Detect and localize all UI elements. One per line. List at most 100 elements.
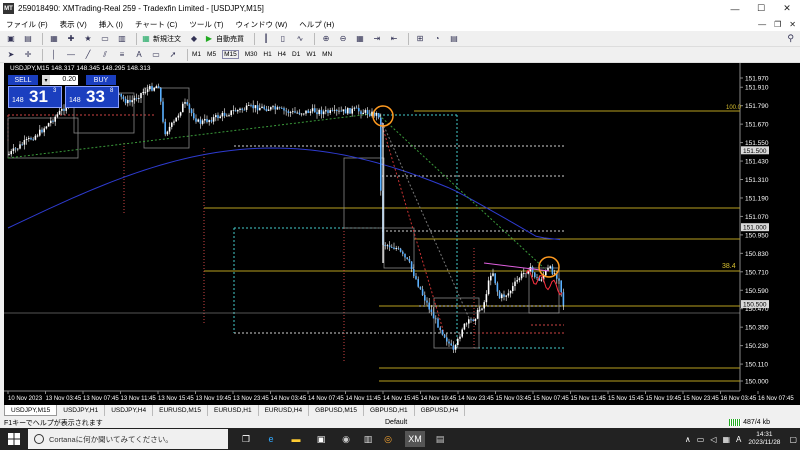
minimize-button[interactable]: —	[722, 0, 748, 17]
app-icon-misc[interactable]: ▤	[432, 431, 448, 447]
candle-body	[50, 120, 52, 124]
tab-gbpusd-m15[interactable]: GBPUSD,M15	[309, 405, 365, 416]
terminal-icon[interactable]: ▭	[98, 33, 112, 45]
crosshair-icon[interactable]: ✛	[21, 49, 35, 61]
candle-body	[351, 108, 353, 114]
timeframe-m5[interactable]: M5	[207, 51, 216, 58]
metatrader-icon[interactable]: XM	[405, 431, 425, 447]
mdi-minimize-button[interactable]: —	[758, 20, 766, 29]
menu-chart[interactable]: チャート (C)	[135, 19, 177, 30]
periods-icon[interactable]: ◔	[430, 33, 444, 45]
menu-file[interactable]: ファイル (F)	[6, 19, 48, 30]
chart-shift-icon[interactable]: ⇤	[387, 33, 401, 45]
clock[interactable]: 14:31 2023/11/28	[748, 431, 780, 447]
zoom-in-icon[interactable]: ⊕	[319, 33, 333, 45]
timeframe-m30[interactable]: M30	[245, 51, 258, 58]
keyboard-icon[interactable]: ▦	[722, 435, 730, 444]
candlestick-icon[interactable]: ▯	[276, 33, 290, 45]
new-order-button[interactable]: ▦ 新規注文	[141, 34, 181, 44]
fibonacci-icon[interactable]: ≡	[115, 49, 129, 61]
sell-button[interactable]: SELL	[8, 75, 38, 85]
lot-size-input[interactable]: 0.20	[50, 75, 78, 85]
buy-price-box[interactable]: 148 33 8	[65, 86, 119, 108]
timeframe-h4[interactable]: H4	[278, 51, 286, 58]
start-button[interactable]	[0, 428, 28, 450]
buy-button[interactable]: BUY	[86, 75, 116, 85]
line-chart-icon[interactable]: ∿	[293, 33, 307, 45]
data-window-icon[interactable]: ✚	[64, 33, 78, 45]
tab-gbpusd-h1[interactable]: GBPUSD,H1	[364, 405, 415, 416]
navigator-icon[interactable]: ★	[81, 33, 95, 45]
text-icon[interactable]: A	[132, 49, 146, 61]
range-box	[143, 87, 190, 149]
metaeditor-icon[interactable]: ◆	[187, 33, 201, 45]
label-icon[interactable]: ▭	[149, 49, 163, 61]
store-icon[interactable]: ▣	[313, 431, 329, 447]
strategy-tester-icon[interactable]: ▥	[115, 33, 129, 45]
tab-eurusd-h4[interactable]: EURUSD,H4	[259, 405, 310, 416]
tab-usdjpy-h1[interactable]: USDJPY,H1	[57, 405, 106, 416]
search-help-icon[interactable]: ⚲	[787, 33, 794, 44]
zoom-out-icon[interactable]: ⊖	[336, 33, 350, 45]
time-tick-label: 15 Nov 19:45	[646, 396, 682, 402]
chevron-up-icon[interactable]: ∧	[685, 435, 691, 444]
bar-chart-icon[interactable]: ┃	[259, 33, 273, 45]
task-view-icon[interactable]: ❐	[238, 431, 254, 447]
candle-body	[474, 318, 477, 321]
candle-body	[12, 148, 15, 152]
tab-usdjpy-m15[interactable]: USDJPY,M15	[4, 405, 58, 416]
tab-eurusd-m15[interactable]: EURUSD,M15	[153, 405, 209, 416]
timeframe-m15[interactable]: M15	[222, 50, 239, 59]
chart-canvas[interactable]: 151.970 151.910 151.790 151.670 151.550 151.4…	[4, 63, 800, 405]
menu-insert[interactable]: 挿入 (I)	[99, 19, 123, 30]
tab-gbpusd-h4[interactable]: GBPUSD,H4	[415, 405, 466, 416]
candle-body	[34, 135, 37, 140]
menu-view[interactable]: 表示 (V)	[60, 19, 87, 30]
notifications-icon[interactable]: ▢	[789, 435, 797, 444]
channel-icon[interactable]: ⫽	[98, 49, 112, 61]
edge-icon[interactable]: e	[263, 431, 279, 447]
arrows-icon[interactable]: ➚	[166, 49, 180, 61]
mdi-restore-button[interactable]: ❐	[774, 20, 781, 29]
network-icon[interactable]: ▭	[697, 435, 705, 444]
app-icon-generic[interactable]: ◉	[338, 431, 354, 447]
tab-usdjpy-h4[interactable]: USDJPY,H4	[105, 405, 154, 416]
candle-body	[441, 330, 444, 335]
ime-indicator[interactable]: A	[736, 435, 741, 444]
auto-trading-button[interactable]: ▶ 自動売買	[204, 34, 244, 44]
timeframe-d1[interactable]: D1	[292, 51, 300, 58]
new-chart-icon[interactable]: ▣	[4, 33, 18, 45]
app-icon-tool[interactable]: ▥	[360, 431, 376, 447]
timeframe-m1[interactable]: M1	[192, 51, 201, 58]
timeframe-w1[interactable]: W1	[306, 51, 316, 58]
menu-help[interactable]: ヘルプ (H)	[299, 19, 334, 30]
timeframe-h1[interactable]: H1	[263, 51, 271, 58]
tab-eurusd-h1[interactable]: EURUSD,H1	[208, 405, 259, 416]
menu-tools[interactable]: ツール (T)	[189, 19, 223, 30]
lot-spinner-icon[interactable]: ▾	[42, 75, 50, 85]
vertical-line-icon[interactable]: │	[47, 49, 61, 61]
cursor-icon[interactable]: ➤	[4, 49, 18, 61]
autoscroll-icon[interactable]: ⇥	[370, 33, 384, 45]
price-chart[interactable]: 151.970 151.910 151.790 151.670 151.550 151.4…	[4, 63, 800, 405]
chrome-icon[interactable]: ◎	[380, 431, 396, 447]
cortana-search[interactable]: Cortanaに何か聞いてみてください。	[28, 429, 228, 449]
price-tick-label: 150.590	[745, 288, 769, 295]
trendline-icon[interactable]: ╱	[81, 49, 95, 61]
templates-icon[interactable]: ▤	[447, 33, 461, 45]
market-watch-icon[interactable]: ▦	[47, 33, 61, 45]
tile-windows-icon[interactable]: ▦	[353, 33, 367, 45]
candle-body	[122, 96, 125, 99]
profiles-icon[interactable]: ▤	[21, 33, 35, 45]
sell-price-box[interactable]: 148 31 3	[8, 86, 62, 108]
explorer-icon[interactable]: ▬	[288, 431, 304, 447]
candle-body	[54, 116, 56, 122]
volume-icon[interactable]: ◁	[710, 435, 716, 444]
mdi-close-button[interactable]: ✕	[789, 20, 796, 29]
indicators-icon[interactable]: ⊞	[413, 33, 427, 45]
close-button[interactable]: ✕	[774, 0, 800, 17]
maximize-button[interactable]: ☐	[748, 0, 774, 17]
timeframe-mn[interactable]: MN	[322, 51, 332, 58]
horizontal-line-icon[interactable]: —	[64, 49, 78, 61]
menu-window[interactable]: ウィンドウ (W)	[236, 19, 288, 30]
